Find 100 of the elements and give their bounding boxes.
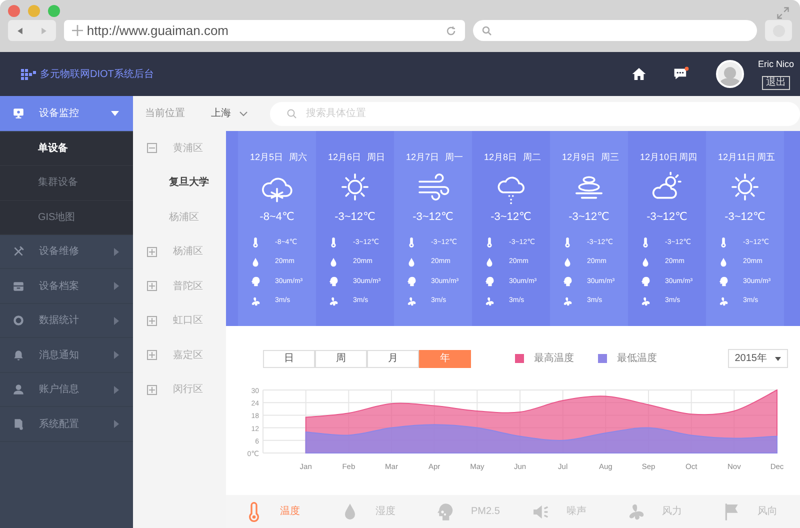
search-icon bbox=[480, 24, 493, 36]
range-tab[interactable]: 年 bbox=[419, 350, 471, 368]
expand-icon[interactable] bbox=[147, 281, 157, 292]
fan-icon bbox=[250, 296, 261, 307]
submenu-item[interactable]: 单设备 bbox=[0, 132, 133, 166]
close-button[interactable] bbox=[8, 5, 20, 17]
caret-down-icon bbox=[111, 110, 119, 116]
chevron-right-icon bbox=[114, 248, 119, 256]
toolbar-button[interactable] bbox=[765, 20, 792, 41]
chevron-right-icon bbox=[114, 316, 119, 325]
forecast-date: 12月11日 bbox=[718, 151, 756, 164]
submenu-item[interactable]: GIS地图 bbox=[0, 200, 133, 235]
thermometer-icon bbox=[562, 237, 573, 248]
submenu-item[interactable]: 集群设备 bbox=[0, 166, 133, 201]
forecast-temperature: -3~12℃ bbox=[568, 210, 610, 224]
logo-icon bbox=[21, 68, 36, 80]
forecast-temperature: -3~12℃ bbox=[334, 210, 376, 224]
forecast-date: 12月8日 bbox=[484, 151, 518, 164]
forecast-weekday: 周四 bbox=[679, 151, 697, 164]
tree-item[interactable]: 杨浦区 bbox=[173, 244, 203, 260]
range-tab[interactable]: 月 bbox=[367, 350, 419, 368]
tools-icon bbox=[12, 245, 25, 258]
tree-item[interactable]: 虹口区 bbox=[173, 313, 203, 328]
search-field[interactable] bbox=[472, 20, 758, 41]
forecast-temperature: -3~12℃ bbox=[412, 210, 454, 224]
range-tab[interactable]: 周 bbox=[315, 350, 367, 368]
head-icon bbox=[640, 276, 651, 288]
avatar[interactable] bbox=[716, 60, 744, 88]
thermometer-icon bbox=[250, 237, 261, 248]
metric-tab[interactable]: 温度 bbox=[226, 502, 322, 522]
city-dropdown[interactable]: 上海 bbox=[211, 106, 248, 121]
fan-icon bbox=[718, 296, 729, 307]
forecast-temperature: -8~4℃ bbox=[260, 210, 294, 224]
thermometer-icon bbox=[328, 237, 339, 248]
expand-icon[interactable] bbox=[147, 350, 157, 360]
expand-icon[interactable] bbox=[147, 246, 157, 257]
plus-icon bbox=[72, 25, 83, 36]
search-icon bbox=[286, 108, 298, 120]
head-icon bbox=[484, 276, 495, 288]
user-name: Eric Nico bbox=[758, 58, 794, 72]
collapse-icon[interactable] bbox=[147, 143, 157, 154]
metric-tab[interactable]: 风力 bbox=[608, 502, 704, 522]
drop-icon bbox=[640, 256, 651, 268]
forecast-temperature: -3~12℃ bbox=[724, 210, 766, 224]
address-bar[interactable]: http://www.guaiman.com bbox=[64, 20, 465, 41]
caret-down-icon bbox=[775, 356, 781, 360]
expand-icon[interactable] bbox=[147, 384, 157, 395]
year-dropdown[interactable]: 2015年 bbox=[728, 349, 788, 368]
app-title: 多元物联网DIOT系统后台 bbox=[40, 68, 154, 82]
forecast-weekday: 周二 bbox=[523, 151, 541, 164]
expand-icon[interactable] bbox=[776, 6, 790, 20]
forecast-date: 12月7日 bbox=[406, 151, 440, 164]
tree-item[interactable]: 复旦大学 bbox=[169, 175, 209, 190]
message-icon[interactable] bbox=[672, 66, 690, 82]
forecast-weekday: 周五 bbox=[757, 151, 775, 164]
sidebar-item[interactable]: 设备监控 bbox=[0, 96, 133, 132]
range-tab[interactable]: 日 bbox=[263, 350, 315, 368]
drop-icon bbox=[250, 256, 261, 268]
head-icon bbox=[435, 502, 455, 522]
forecast-weekday: 周三 bbox=[601, 151, 619, 164]
user-icon bbox=[12, 383, 25, 396]
forecast-weekday: 周一 bbox=[445, 151, 463, 164]
maximize-button[interactable] bbox=[48, 5, 60, 17]
thermometer-icon bbox=[640, 237, 651, 248]
back-icon[interactable] bbox=[16, 26, 24, 34]
forecast-date: 12月5日 bbox=[250, 151, 284, 164]
chevron-right-icon bbox=[114, 420, 119, 428]
reload-icon[interactable] bbox=[444, 24, 457, 36]
navigation-buttons[interactable] bbox=[8, 20, 56, 41]
fan-icon bbox=[406, 296, 417, 307]
head-icon bbox=[328, 276, 339, 288]
head-icon bbox=[718, 276, 729, 288]
chevron-right-icon bbox=[114, 351, 119, 360]
logout-button[interactable]: 退出 bbox=[762, 76, 790, 90]
metric-tab[interactable]: 噪声 bbox=[512, 502, 608, 522]
thermometer-icon bbox=[406, 237, 417, 248]
metric-tab[interactable]: 风向 bbox=[704, 502, 799, 522]
home-icon[interactable] bbox=[630, 66, 647, 82]
location-label: 当前位置 bbox=[145, 106, 185, 121]
drop-icon bbox=[562, 256, 573, 268]
tree-item[interactable]: 黄浦区 bbox=[173, 140, 203, 156]
forecast-weekday: 周六 bbox=[289, 151, 307, 164]
fan-icon bbox=[562, 296, 573, 307]
minimize-button[interactable] bbox=[28, 5, 40, 17]
expand-icon[interactable] bbox=[147, 316, 157, 326]
metric-tab[interactable]: 湿度 bbox=[322, 502, 417, 522]
drop-icon bbox=[718, 256, 729, 268]
chevron-right-icon bbox=[114, 282, 119, 290]
url-text: http://www.guaiman.com bbox=[86, 22, 230, 40]
tree-item[interactable]: 嘉定区 bbox=[173, 348, 203, 363]
monitor-icon bbox=[12, 107, 25, 120]
tree-item[interactable]: 闵行区 bbox=[173, 382, 203, 398]
forecast-temperature: -3~12℃ bbox=[646, 210, 688, 224]
tree-item[interactable]: 普陀区 bbox=[173, 278, 203, 294]
fan-icon bbox=[328, 296, 339, 307]
metric-tab[interactable]: PM2.5 bbox=[417, 502, 512, 522]
head-icon bbox=[406, 276, 417, 288]
tree-item[interactable]: 杨浦区 bbox=[169, 210, 199, 225]
forward-icon[interactable] bbox=[40, 26, 48, 34]
thermometer-icon bbox=[484, 237, 495, 248]
